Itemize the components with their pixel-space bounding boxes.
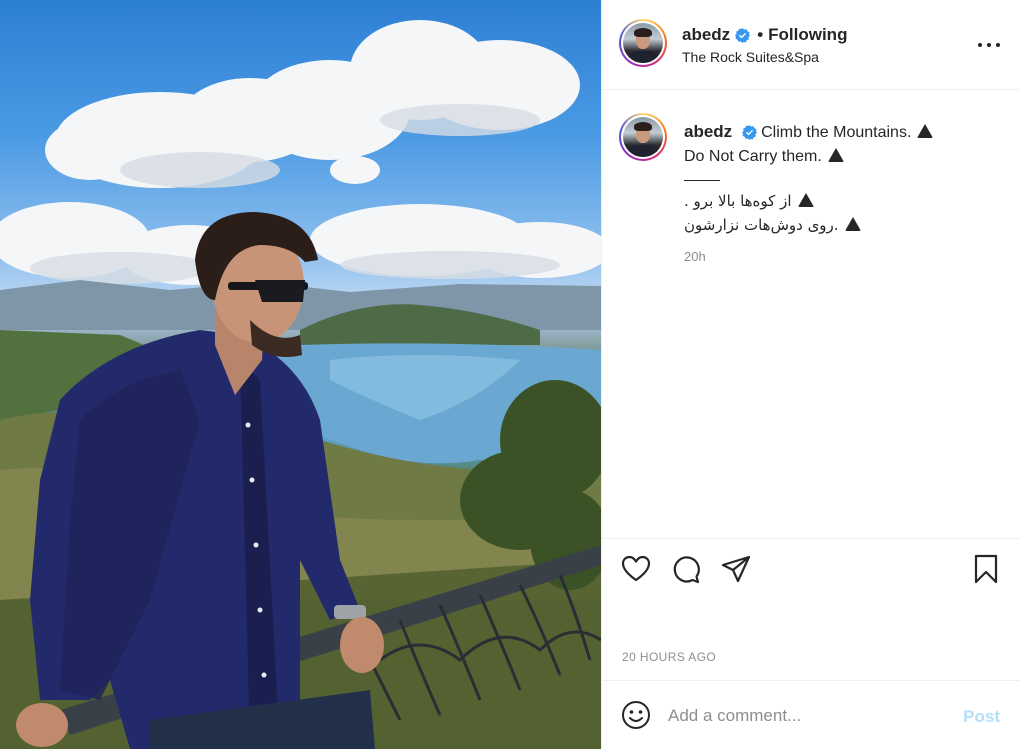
verified-badge-icon [735, 27, 751, 43]
post-timestamp[interactable]: 20 HOURS AGO [622, 650, 716, 664]
caption-section: abedz Climb the Mountains. Do Not Carry … [602, 91, 1020, 538]
comment-icon[interactable] [670, 553, 702, 585]
bookmark-icon[interactable] [970, 553, 1002, 585]
comment-input[interactable] [668, 703, 948, 729]
caption-fa-line-2: روی دوش‌هات نزارشون. [684, 216, 839, 234]
mountain-emoji [797, 193, 814, 207]
caption-username[interactable]: abedz [684, 122, 732, 141]
mountain-emoji [917, 124, 934, 138]
share-icon[interactable] [720, 553, 752, 585]
photo-scene [0, 20, 601, 749]
dot-separator: • [757, 25, 764, 44]
location-link[interactable]: The Rock Suites&Spa [682, 49, 819, 65]
heart-icon[interactable] [620, 553, 652, 585]
mountain-emoji [844, 217, 861, 231]
post-side-panel: abedz • Following The Rock Suites&Spa ab… [602, 0, 1020, 749]
post-photo[interactable] [0, 0, 601, 749]
caption-line-2: Do Not Carry them. [684, 148, 822, 165]
avatar[interactable] [619, 19, 667, 67]
caption-avatar[interactable] [619, 113, 667, 161]
more-options-icon[interactable] [978, 35, 1000, 55]
post-header: abedz • Following The Rock Suites&Spa [602, 0, 1020, 90]
caption-line-1: Climb the Mountains. [761, 124, 912, 141]
caption-relative-time[interactable]: 20h [684, 249, 706, 264]
action-bar [602, 538, 1020, 598]
header-user-row: abedz • Following [682, 25, 847, 45]
username-link[interactable]: abedz [682, 25, 730, 45]
post-comment-button[interactable]: Post [963, 707, 1000, 727]
caption-divider [684, 180, 720, 181]
following-button[interactable]: Following [768, 25, 847, 45]
comment-bar: Post [602, 680, 1020, 749]
emoji-icon[interactable] [620, 699, 652, 731]
caption-fa-line-1: . از کوه‌ها بالا برو [684, 192, 792, 210]
mountain-emoji [827, 148, 844, 162]
verified-badge-icon [741, 125, 757, 141]
caption-text: abedz Climb the Mountains. Do Not Carry … [684, 120, 1004, 237]
